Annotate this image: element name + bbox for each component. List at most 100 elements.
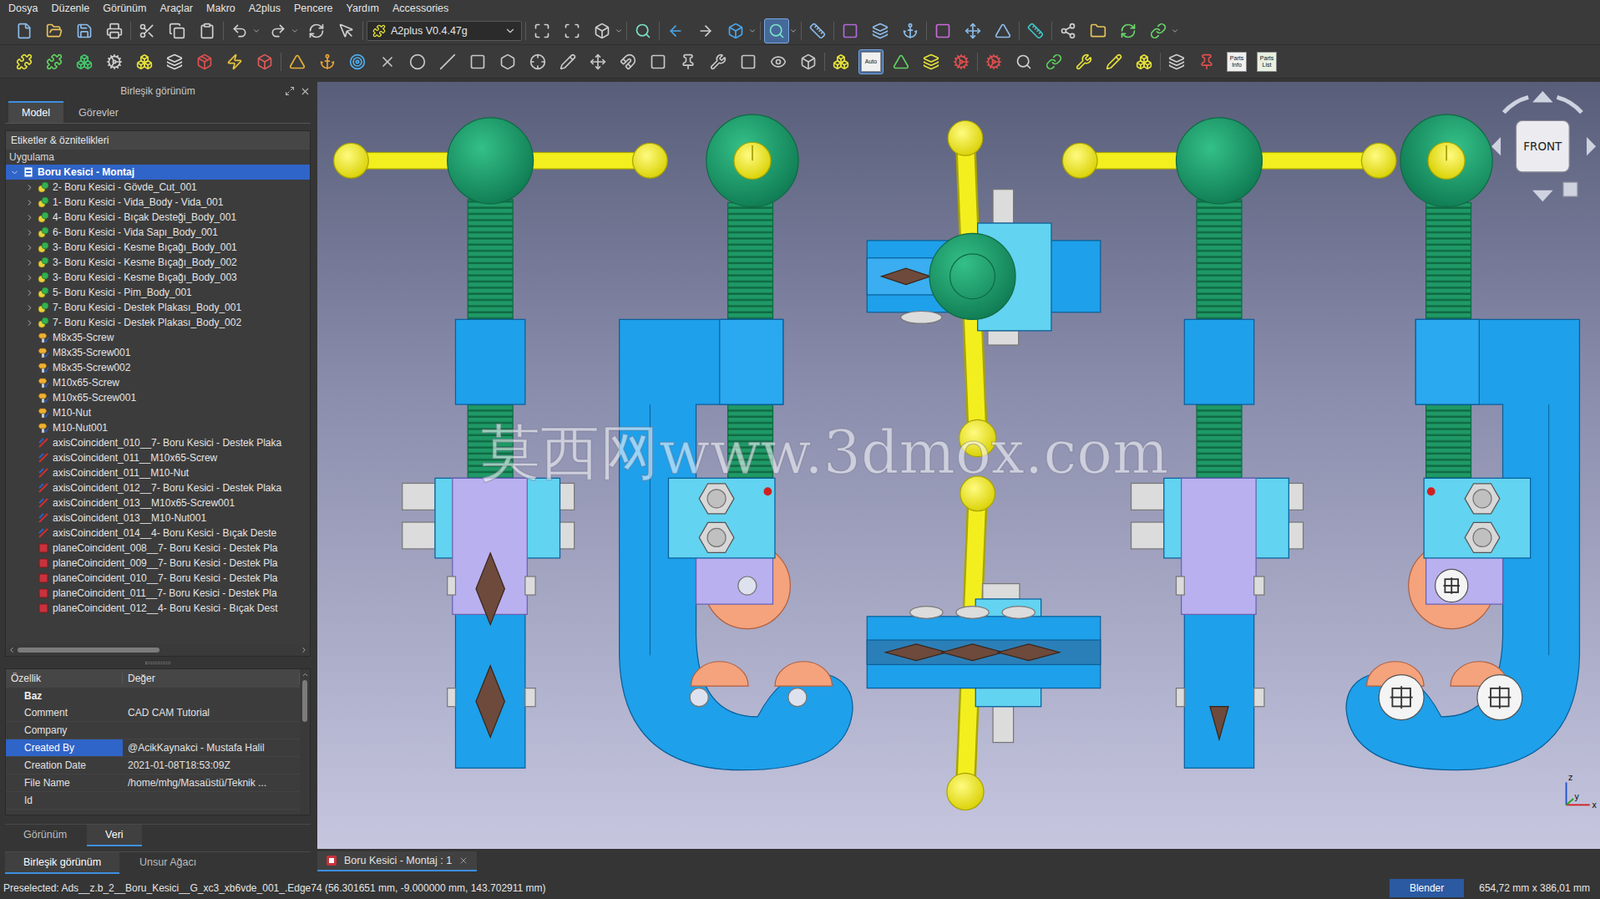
tree-item[interactable]: axisCoincident_012__7- Boru Kesici - Des… bbox=[5, 480, 310, 496]
tree-item[interactable]: Boru Kesici - Montaj bbox=[5, 164, 310, 180]
toolbar-button[interactable] bbox=[867, 18, 893, 44]
collapsed-arrow-icon[interactable] bbox=[25, 273, 35, 283]
tab[interactable]: Birleşik görünüm bbox=[5, 851, 120, 874]
toolbar-button[interactable] bbox=[1194, 49, 1220, 75]
dropdown-arrow-icon[interactable] bbox=[252, 26, 261, 36]
menu-item[interactable]: Pencere bbox=[287, 2, 340, 15]
tree-item[interactable]: planeCoincident_010__7- Boru Kesici - De… bbox=[5, 570, 310, 586]
toolbar-button[interactable] bbox=[265, 18, 291, 44]
tree-item[interactable]: axisCoincident_010__7- Boru Kesici - Des… bbox=[5, 435, 310, 451]
tree-item[interactable]: planeCoincident_008__7- Boru Kesici - De… bbox=[5, 540, 310, 556]
collapsed-arrow-icon[interactable] bbox=[25, 318, 35, 328]
menu-item[interactable]: Araçlar bbox=[152, 2, 200, 15]
expander[interactable] bbox=[24, 512, 35, 523]
toolbar-button[interactable] bbox=[645, 49, 671, 75]
toolbar-button[interactable] bbox=[529, 18, 555, 44]
tree-item[interactable]: 1- Boru Kesici - Vida_Body - Vida_001 bbox=[5, 194, 310, 210]
collapsed-arrow-icon[interactable] bbox=[25, 227, 35, 238]
toolbar-button[interactable] bbox=[990, 18, 1016, 44]
expanded-arrow-icon[interactable] bbox=[10, 167, 20, 178]
expander[interactable] bbox=[24, 557, 35, 568]
toolbar-button[interactable] bbox=[11, 18, 37, 44]
collapsed-arrow-icon[interactable] bbox=[25, 212, 35, 223]
tab[interactable]: Model bbox=[8, 101, 64, 123]
tree-item[interactable]: axisCoincident_014__4- Boru Kesici - Bıç… bbox=[5, 525, 310, 541]
property-row[interactable]: File Name/home/mhg/Masaüstü/Teknik ... bbox=[5, 774, 300, 792]
expander[interactable] bbox=[24, 317, 35, 328]
tree-item[interactable]: M8x35-Screw002 bbox=[5, 359, 310, 375]
collapsed-arrow-icon[interactable] bbox=[25, 303, 35, 313]
dropdown-arrow-icon[interactable] bbox=[290, 26, 299, 36]
tree-item[interactable]: axisCoincident_013__M10-Nut001 bbox=[5, 510, 310, 526]
collapsed-arrow-icon[interactable] bbox=[25, 182, 35, 193]
toolbar-button[interactable] bbox=[222, 49, 248, 75]
expander[interactable] bbox=[24, 422, 35, 433]
toolbar-button[interactable] bbox=[948, 49, 974, 75]
toolbar-button[interactable] bbox=[1011, 49, 1037, 75]
toolbar-button[interactable] bbox=[101, 49, 127, 75]
menu-item[interactable]: Dosya bbox=[1, 2, 45, 15]
expander[interactable] bbox=[24, 227, 35, 238]
toolbar-button[interactable] bbox=[663, 18, 689, 44]
menu-item[interactable]: Makro bbox=[199, 2, 243, 15]
dropdown-arrow-icon[interactable] bbox=[1170, 26, 1180, 36]
toolbar-button[interactable] bbox=[888, 49, 914, 75]
toolbar-button[interactable] bbox=[41, 49, 67, 75]
nav-cube-face[interactable]: FRONT bbox=[1523, 139, 1563, 153]
collapsed-arrow-icon[interactable] bbox=[25, 197, 35, 208]
vertical-scrollbar[interactable] bbox=[299, 668, 310, 815]
toolbar-button[interactable] bbox=[495, 49, 521, 75]
toolbar-button[interactable] bbox=[1131, 49, 1157, 75]
toolbar-button[interactable] bbox=[897, 18, 923, 44]
toolbar-button[interactable] bbox=[555, 49, 581, 75]
menu-item[interactable]: Düzenle bbox=[44, 2, 97, 15]
toolbar-button[interactable]: Auto bbox=[858, 49, 884, 75]
tree-item[interactable]: planeCoincident_009__7- Boru Kesici - De… bbox=[5, 555, 310, 571]
tree-item[interactable]: axisCoincident_011__M10-Nut bbox=[5, 465, 310, 481]
toolbar-button[interactable] bbox=[1101, 49, 1127, 75]
toolbar-button[interactable] bbox=[735, 49, 761, 75]
toolbar-button[interactable] bbox=[164, 18, 190, 44]
toolbar-button[interactable] bbox=[960, 18, 986, 44]
toolbar-button[interactable] bbox=[615, 49, 641, 75]
property-row[interactable]: Created By@AcikKaynakci - Mustafa Halil bbox=[5, 739, 300, 757]
toolbar-button[interactable] bbox=[795, 49, 821, 75]
workbench-selector[interactable]: A2plus V0.4.47g bbox=[366, 20, 522, 41]
expander[interactable] bbox=[24, 287, 35, 298]
3d-scene[interactable]: 莫西网www.3dmox.comFRONTzyx bbox=[317, 81, 1600, 849]
navigation-style-button[interactable]: Blender bbox=[1389, 878, 1464, 897]
expander[interactable] bbox=[24, 587, 35, 598]
3d-view[interactable]: 莫西网www.3dmox.comFRONTzyx bbox=[317, 81, 1600, 849]
toolbar-button[interactable] bbox=[11, 49, 37, 75]
toolbar-button[interactable] bbox=[194, 18, 220, 44]
expander[interactable] bbox=[24, 272, 35, 283]
property-row[interactable]: Creation Date2021-01-08T18:53:09Z bbox=[5, 756, 300, 775]
toolbar-button[interactable] bbox=[1041, 49, 1067, 75]
property-value[interactable]: /home/mhg/Masaüstü/Teknik ... bbox=[122, 776, 300, 789]
tree-item[interactable]: 4- Boru Kesici - Bıçak Desteği_Body_001 bbox=[5, 209, 310, 225]
splitter[interactable] bbox=[5, 656, 311, 669]
expander[interactable] bbox=[24, 362, 35, 373]
toolbar-button[interactable] bbox=[585, 49, 611, 75]
expander[interactable] bbox=[24, 257, 35, 268]
toolbar-button[interactable] bbox=[1022, 18, 1049, 44]
toolbar-button[interactable] bbox=[162, 49, 188, 75]
tree-item[interactable]: 3- Boru Kesici - Kesme Bıçağı_Body_001 bbox=[5, 239, 310, 255]
property-row[interactable]: Id bbox=[5, 791, 300, 810]
collapsed-arrow-icon[interactable] bbox=[25, 288, 35, 298]
horizontal-scrollbar[interactable] bbox=[5, 643, 310, 656]
scroll-thumb[interactable] bbox=[17, 647, 160, 653]
toolbar-button[interactable] bbox=[1115, 18, 1141, 44]
toolbar-button[interactable] bbox=[41, 18, 67, 44]
tree-item[interactable]: planeCoincident_012__4- Boru Kesici - Bı… bbox=[5, 600, 310, 616]
toolbar-button[interactable] bbox=[1055, 18, 1081, 44]
expander[interactable] bbox=[24, 482, 35, 493]
toolbar-button[interactable] bbox=[930, 18, 956, 44]
scroll-up-icon[interactable] bbox=[301, 670, 309, 679]
expander[interactable] bbox=[24, 347, 35, 358]
toolbar-button[interactable] bbox=[101, 18, 127, 44]
collapsed-arrow-icon[interactable] bbox=[25, 258, 35, 268]
menu-item[interactable]: A2plus bbox=[242, 2, 288, 15]
toolbar-button[interactable] bbox=[303, 18, 330, 44]
tab[interactable]: Veri bbox=[86, 824, 142, 846]
